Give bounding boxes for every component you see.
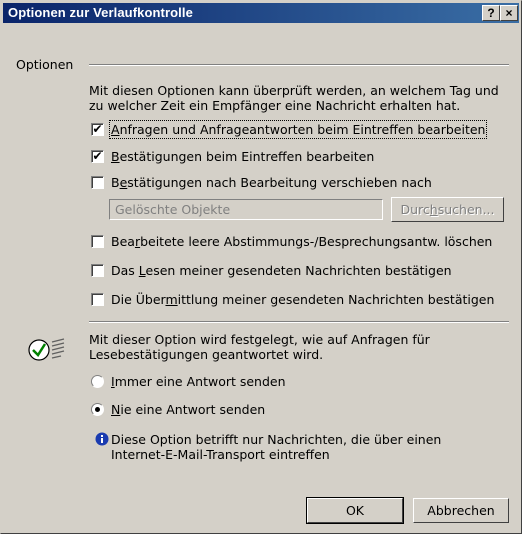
info-icon: [95, 432, 109, 446]
checkbox-delete-blank-responses-label[interactable]: Bearbeitete leere Abstimmungs-/Besprechu…: [111, 234, 492, 249]
checkbox-confirm-read[interactable]: [91, 264, 104, 277]
checkbox-process-requests-label[interactable]: Anfragen und Anfrageantworten beim Eintr…: [108, 120, 488, 139]
checkbox-confirm-delivery-label[interactable]: Die Übermittlung meiner gesendeten Nachr…: [111, 292, 494, 307]
checkbox-process-receipts[interactable]: ✔: [91, 150, 104, 163]
checkbox-confirm-read-label[interactable]: Das Lesen meiner gesendeten Nachrichten …: [111, 263, 452, 278]
help-button[interactable]: ?: [482, 5, 500, 21]
window-title: Optionen zur Verlaufkontrolle: [8, 5, 193, 20]
checkbox-process-requests[interactable]: ✔: [91, 123, 104, 136]
title-bar[interactable]: Optionen zur Verlaufkontrolle ? ×: [3, 3, 519, 23]
checkbox-process-receipts-label[interactable]: Bestätigungen beim Eintreffen bearbeiten: [111, 149, 374, 164]
ok-button[interactable]: OK: [306, 497, 404, 524]
radio-always-respond-label[interactable]: Immer eine Antwort senden: [111, 374, 286, 389]
radio-always-respond[interactable]: [91, 375, 104, 388]
radio-never-respond[interactable]: [91, 403, 104, 416]
options-description-line2: zu welcher Zeit ein Empfänger eine Nachr…: [89, 98, 461, 113]
cancel-button[interactable]: Abbrechen: [413, 498, 509, 523]
close-button[interactable]: ×: [500, 5, 518, 21]
receipt-description-line2: Lesebestätigungen geantwortet wird.: [89, 347, 324, 362]
radio-never-respond-label[interactable]: Nie eine Antwort senden: [111, 402, 265, 417]
info-text-line1: Diese Option betrifft nur Nachrichten, d…: [111, 432, 442, 447]
checkbox-move-receipts[interactable]: [91, 176, 104, 189]
receipt-description-line1: Mit dieser Option wird festgelegt, wie a…: [89, 332, 430, 347]
group-label-options: Optionen: [16, 57, 74, 72]
checkbox-delete-blank-responses[interactable]: [91, 235, 104, 248]
options-description-line1: Mit diesen Optionen kann überprüft werde…: [89, 83, 499, 98]
checkbox-move-receipts-label[interactable]: Bestätigungen nach Bearbeitung verschieb…: [111, 175, 432, 190]
browse-button[interactable]: Durchsuchen...: [391, 197, 504, 222]
dialog-window: Optionen zur Verlaufkontrolle ? × Option…: [0, 0, 522, 534]
info-text-line2: Internet-E-Mail-Transport eintreffen: [111, 447, 330, 462]
checkbox-confirm-delivery[interactable]: [91, 293, 104, 306]
read-receipt-check-icon: [28, 338, 65, 361]
folder-field[interactable]: Gelöschte Objekte: [109, 199, 383, 220]
